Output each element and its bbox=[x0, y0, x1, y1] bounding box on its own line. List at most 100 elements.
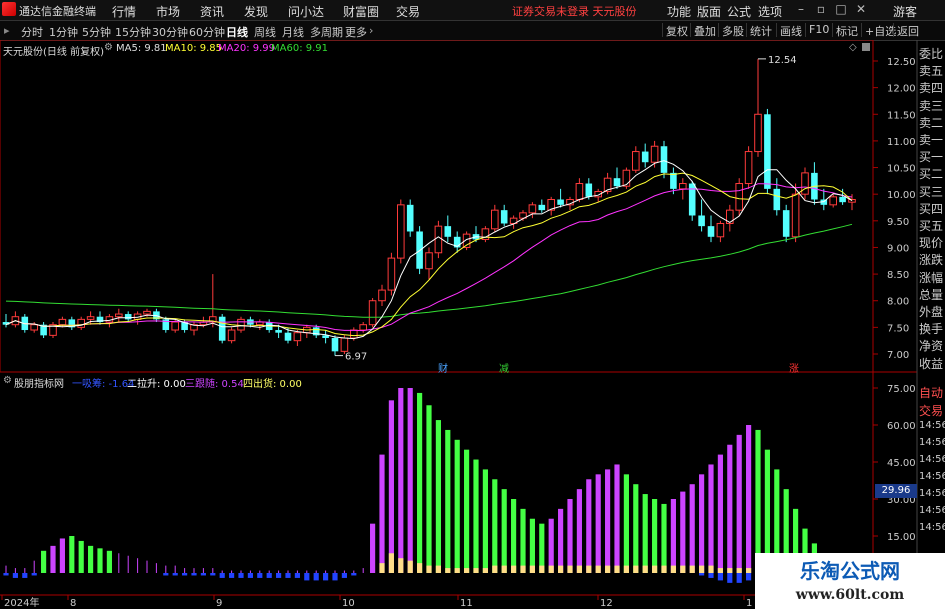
indicator-bar-absorb bbox=[341, 573, 347, 578]
time-label: 14:56 bbox=[919, 437, 945, 448]
indicator-gear-icon[interactable]: ⚙ bbox=[3, 375, 12, 386]
indicator-bar-absorb bbox=[285, 573, 291, 578]
candle-body bbox=[575, 183, 584, 201]
period-60min[interactable]: 60分钟 bbox=[189, 24, 225, 40]
menu-item-trade[interactable]: 交易 bbox=[396, 3, 420, 20]
watermark-title: 乐淘公式网 bbox=[800, 559, 900, 583]
menu-item-layout[interactable]: 版面 bbox=[697, 3, 721, 20]
indicator-bar-follow bbox=[736, 434, 742, 573]
indicator-bar-follow bbox=[407, 388, 413, 573]
candle-body bbox=[528, 204, 537, 214]
candle-body bbox=[115, 313, 123, 318]
multi-stock-button[interactable]: 多股 bbox=[718, 23, 747, 38]
period-15min[interactable]: 15分钟 bbox=[115, 24, 151, 40]
candle-body bbox=[641, 151, 649, 163]
period-1min[interactable]: 1分钟 bbox=[49, 24, 78, 40]
quote-label: 换手 bbox=[919, 322, 944, 337]
quote-label: 买四 bbox=[919, 201, 944, 216]
menu-item-options[interactable]: 选项 bbox=[758, 3, 782, 20]
cursor-value-box: 29.96 bbox=[875, 484, 917, 498]
menu-item-market[interactable]: 市场 bbox=[156, 3, 180, 20]
draw-line-button[interactable]: 画线 bbox=[776, 23, 805, 38]
site-watermark: 乐淘公式网 www.60lt.com bbox=[755, 553, 945, 609]
menu-item-function[interactable]: 功能 bbox=[667, 3, 691, 20]
auto-trade-label[interactable]: 交易 bbox=[919, 402, 945, 419]
menu-item-ask[interactable]: 问小达 bbox=[288, 3, 324, 20]
period-5min[interactable]: 5分钟 bbox=[82, 24, 111, 40]
indicator-bar-absorb bbox=[31, 573, 37, 576]
candle-body bbox=[839, 196, 846, 203]
period-30min[interactable]: 30分钟 bbox=[152, 24, 188, 40]
login-notice[interactable]: 证券交易未登录 天元股份 bbox=[512, 3, 637, 19]
indicator-bar-distribute bbox=[492, 565, 498, 573]
quote-label: 买一 bbox=[919, 150, 944, 165]
menu-item-wealth[interactable]: 财富圈 bbox=[343, 3, 379, 20]
restore-icon[interactable]: ▫ bbox=[813, 2, 829, 17]
diamond-icon[interactable]: ◇ bbox=[849, 42, 857, 53]
quote-label: 卖一 bbox=[919, 133, 944, 147]
indicator-bar-distribute bbox=[576, 565, 582, 573]
indicator-bar-distribute bbox=[417, 563, 423, 573]
indicator-bar-follow bbox=[482, 469, 488, 573]
settings-gear-icon[interactable]: ⚙ bbox=[104, 42, 113, 53]
menu-item-news[interactable]: 资讯 bbox=[200, 3, 224, 20]
f10-button[interactable]: F10 bbox=[805, 23, 832, 37]
period-multi[interactable]: 多周期 bbox=[310, 24, 343, 40]
ma20-legend: MA20: 9.99 bbox=[218, 43, 276, 54]
low-price-label: 6.97 bbox=[345, 352, 367, 363]
indicator-bar-absorb bbox=[266, 573, 272, 578]
stock-label: 天元股份(日线 前复权) bbox=[3, 47, 104, 58]
candle-body bbox=[218, 316, 226, 341]
candle-body bbox=[406, 204, 414, 232]
back-button[interactable]: 返回 bbox=[893, 23, 922, 38]
mark-button[interactable]: 标记 bbox=[832, 23, 861, 38]
indicator-bar-distribute bbox=[699, 565, 705, 573]
ma10-legend: MA10: 9.85 bbox=[165, 43, 223, 54]
indicator-legend-lift: 二拉升: 0.00 bbox=[127, 379, 186, 390]
auto-trade-label[interactable]: 自动 bbox=[919, 384, 945, 401]
indicator-bar-distribute bbox=[482, 568, 488, 573]
minimize-icon[interactable]: – bbox=[793, 2, 809, 17]
menu-item-quotes[interactable]: 行情 bbox=[112, 3, 136, 20]
statistics-button[interactable]: 统计 bbox=[746, 23, 775, 38]
indicator-bar-distribute bbox=[567, 565, 573, 573]
marker-reduce[interactable]: 减 bbox=[499, 360, 509, 375]
menu-item-formula[interactable]: 公式 bbox=[727, 3, 751, 20]
candle-body bbox=[660, 146, 668, 173]
candle-body bbox=[77, 318, 85, 328]
indicator-bar-absorb bbox=[746, 573, 752, 581]
overlay-button[interactable]: 叠加 bbox=[690, 23, 719, 38]
guest-user[interactable]: 游客 bbox=[893, 3, 917, 20]
maximize-icon[interactable]: □ bbox=[833, 2, 849, 17]
candle-body bbox=[764, 114, 771, 189]
quote-label: 卖四 bbox=[919, 81, 944, 96]
period-monthly[interactable]: 月线 bbox=[282, 24, 304, 40]
panel-toggle-icon[interactable] bbox=[862, 43, 870, 51]
candle-body bbox=[622, 169, 631, 187]
period-more[interactable]: 更多 bbox=[345, 24, 367, 40]
indicator-bar-absorb bbox=[332, 573, 338, 581]
price-tick-label: 10.50 bbox=[887, 164, 916, 175]
indicator-bar-follow bbox=[59, 538, 65, 573]
candle-body bbox=[679, 183, 687, 190]
chart-area[interactable]: 12.50 12.00 11.50 11.00 10.50 10.00 9.50 9.00 8.… bbox=[0, 40, 945, 609]
period-intraday[interactable]: 分时 bbox=[21, 24, 43, 40]
indicator-bar-distribute bbox=[586, 565, 592, 573]
candle-body bbox=[500, 210, 508, 224]
time-tick-label: 1 bbox=[746, 598, 752, 609]
menu-item-discover[interactable]: 发现 bbox=[244, 3, 268, 20]
indicator-bar-follow bbox=[41, 550, 47, 573]
period-weekly[interactable]: 周线 bbox=[254, 24, 276, 40]
period-daily[interactable]: 日线 bbox=[226, 24, 248, 40]
indicator-bar-follow bbox=[529, 518, 535, 573]
ma60-legend: MA60: 9.91 bbox=[271, 43, 329, 54]
more-arrow-icon[interactable]: › bbox=[369, 24, 373, 37]
scroll-left-icon[interactable]: ▸ bbox=[4, 24, 10, 37]
adjust-button[interactable]: 复权 bbox=[662, 23, 691, 38]
price-tick-label: 10.00 bbox=[887, 190, 916, 201]
marker-finance[interactable]: 财 bbox=[438, 360, 448, 375]
close-icon[interactable]: ✕ bbox=[853, 2, 869, 17]
indicator-bar-absorb bbox=[323, 573, 329, 581]
indicator-bar-absorb bbox=[708, 573, 714, 578]
marker-rise[interactable]: 涨 bbox=[789, 360, 799, 375]
